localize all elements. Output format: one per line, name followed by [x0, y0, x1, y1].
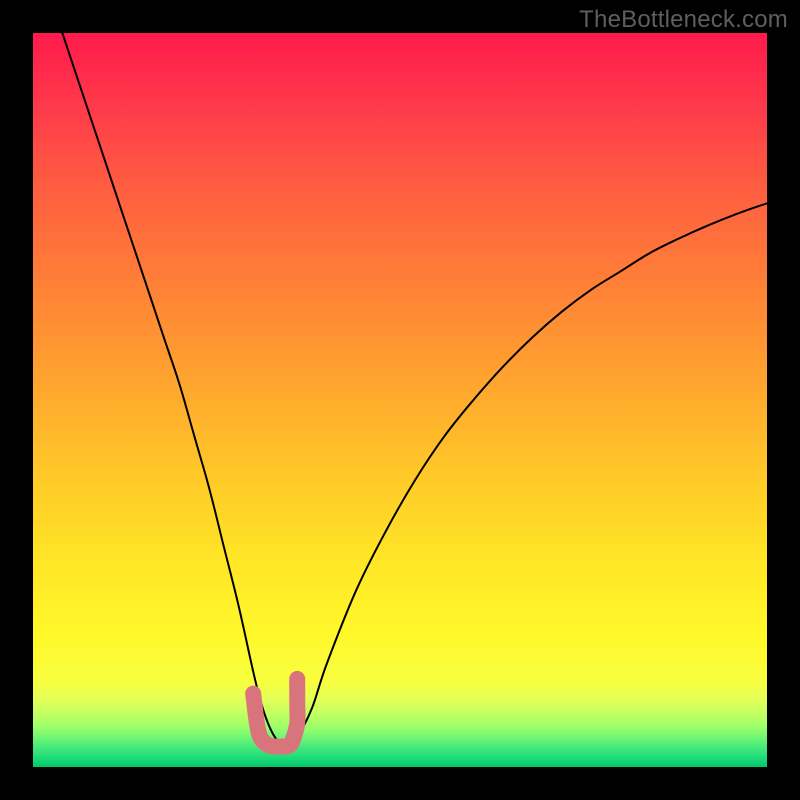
watermark-text: TheBottleneck.com — [579, 6, 788, 34]
plot-area — [33, 33, 767, 767]
chart-background — [33, 33, 767, 767]
chart-frame: TheBottleneck.com — [0, 0, 800, 800]
chart-svg — [33, 33, 767, 767]
